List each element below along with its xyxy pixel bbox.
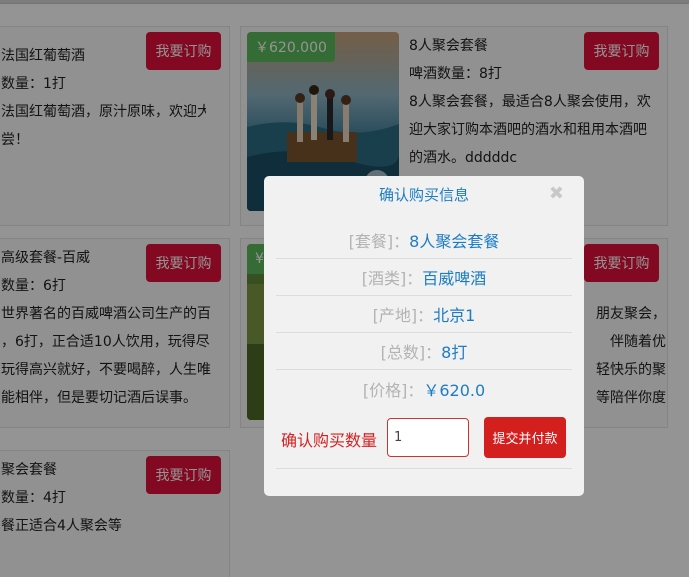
quantity-input[interactable] (387, 418, 469, 457)
close-icon[interactable]: ✖ (549, 183, 564, 204)
info-value: ￥620.0 (423, 380, 486, 400)
info-value: 8人聚会套餐 (409, 232, 500, 251)
info-row-origin: [产地]： 北京1 (276, 296, 572, 333)
dialog-title: 确认购买信息 (378, 186, 469, 204)
info-row-total: [总数]： 8打 (276, 333, 572, 370)
info-label: [价格]： (362, 380, 424, 400)
submit-pay-button[interactable]: 提交并付款 (484, 417, 566, 458)
info-label: [总数]： (380, 343, 442, 362)
purchase-confirm-dialog: 确认购买信息 ✖ [套餐]： 8人聚会套餐 [酒类]： 百威啤酒 [产地]： 北… (264, 176, 584, 496)
info-value: 北京1 (433, 306, 476, 325)
info-row-price: [价格]： ￥620.0 (276, 370, 572, 407)
info-label: [套餐]： (348, 232, 410, 251)
info-label: [产地]： (372, 306, 434, 325)
divider (276, 468, 572, 469)
info-value: 8打 (441, 343, 468, 362)
info-row-package: [套餐]： 8人聚会套餐 (276, 222, 572, 259)
quantity-label: 确认购买数量 (281, 431, 378, 450)
info-row-liquor-type: [酒类]： 百威啤酒 (276, 259, 572, 296)
info-value: 百威啤酒 (422, 269, 487, 288)
info-label: [酒类]： (361, 269, 423, 288)
